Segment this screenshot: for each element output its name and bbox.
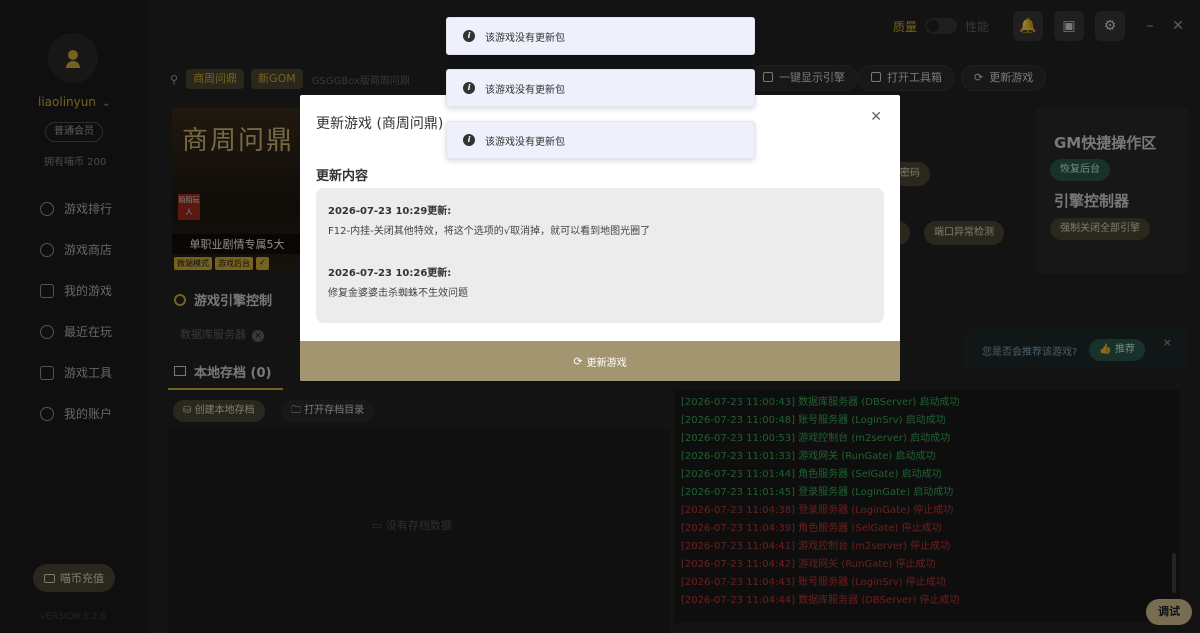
confirm-update-button[interactable]: ⟳ 更新游戏 — [300, 341, 900, 381]
modal-title: 更新游戏 (商周问鼎) — [316, 116, 444, 132]
modal-close-button[interactable]: ✕ — [870, 109, 882, 125]
info-icon: i — [463, 82, 475, 94]
toast-message: i 该游戏没有更新包 — [446, 69, 755, 107]
update-title: 2026-07-23 10:29更新: — [328, 206, 452, 217]
modal-subtitle: 更新内容 — [316, 169, 369, 184]
close-icon: ✕ — [870, 109, 882, 125]
update-notes: 2026-07-23 10:29更新: F12-内挂-关闭其他特效，将这个选项的… — [316, 188, 884, 323]
info-icon: i — [463, 134, 475, 146]
toast-message: i 该游戏没有更新包 — [446, 121, 755, 159]
toast-message: i 该游戏没有更新包 — [446, 17, 755, 55]
info-icon: i — [463, 30, 475, 42]
update-body: 修复金婆婆击杀蜘蛛不生效问题 — [328, 288, 468, 299]
refresh-icon: ⟳ — [573, 354, 583, 368]
update-title: 2026-07-23 10:26更新: — [328, 268, 452, 279]
update-body: F12-内挂-关闭其他特效，将这个选项的√取消掉，就可以看到地图光圈了 — [328, 226, 651, 237]
